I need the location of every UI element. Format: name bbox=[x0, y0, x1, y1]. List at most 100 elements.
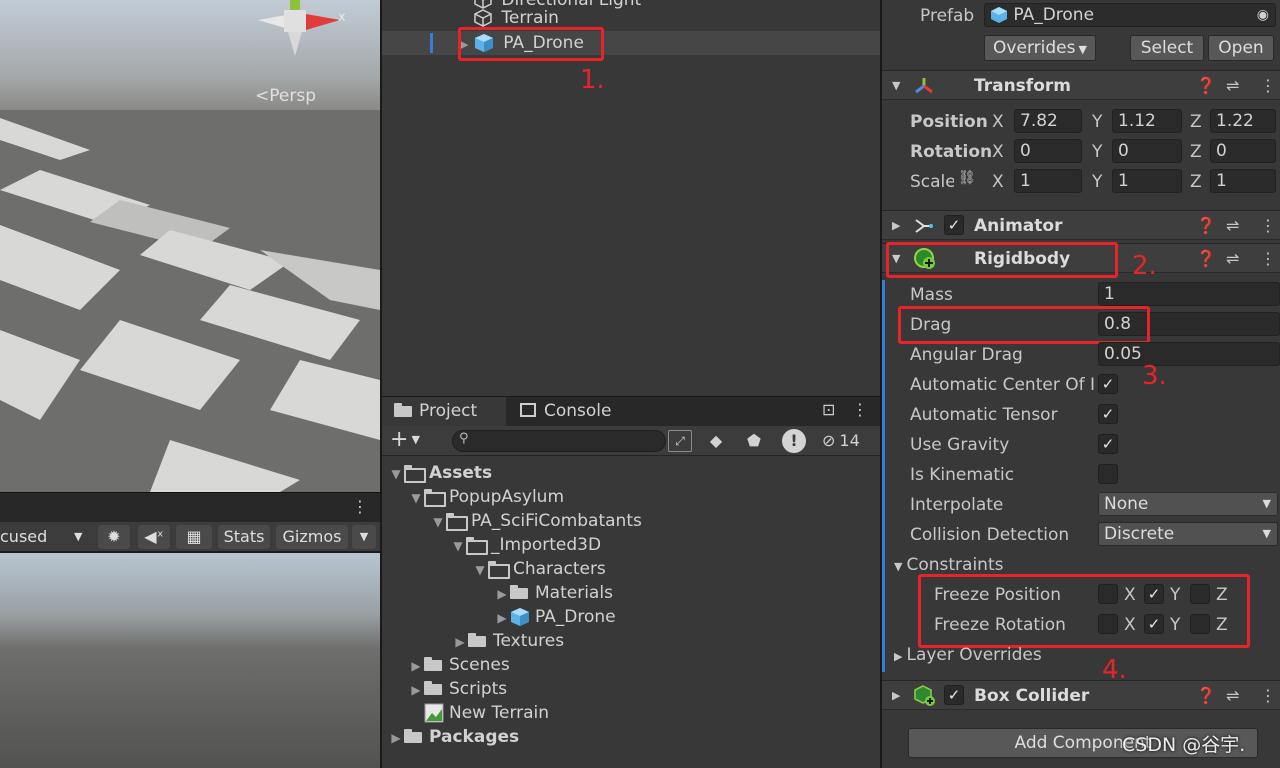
filter-label-icon[interactable]: ⬟ bbox=[740, 428, 768, 454]
stats-button[interactable]: Stats bbox=[218, 525, 270, 549]
open-button[interactable]: Open bbox=[1208, 35, 1274, 61]
help-icon[interactable]: ❓ bbox=[1196, 246, 1216, 272]
tree-item-imported3d[interactable]: ▼ _Imported3D bbox=[450, 533, 601, 557]
rotation-x-field[interactable]: 0 bbox=[1014, 139, 1082, 163]
error-filter-icon[interactable]: ! bbox=[782, 429, 806, 453]
expand-arrow-icon[interactable]: ▶ bbox=[892, 683, 900, 709]
box-collider-header[interactable]: ▶ ✓ Box Collider ❓ ⇌ ⋮ bbox=[882, 680, 1280, 710]
scene-view[interactable]: x <Persp bbox=[0, 0, 380, 492]
tree-item-characters[interactable]: ▼ Characters bbox=[472, 557, 606, 581]
expand-arrow-icon[interactable]: ▶ bbox=[494, 606, 510, 630]
position-y-field[interactable]: 1.12 bbox=[1112, 109, 1182, 133]
object-picker-icon[interactable]: ◉ bbox=[1257, 4, 1269, 26]
hierarchy-item-terrain[interactable]: Terrain bbox=[382, 6, 880, 30]
tree-item-scenes[interactable]: ▶ Scenes bbox=[408, 653, 509, 678]
scale-z-field[interactable]: 1 bbox=[1210, 169, 1276, 193]
tree-item-pa-scificombatants[interactable]: ▼ PA_SciFiCombatants bbox=[430, 509, 642, 533]
presets-icon[interactable]: ⇌ bbox=[1226, 246, 1239, 272]
rotation-y-field[interactable]: 0 bbox=[1112, 139, 1182, 163]
collision-detection-dropdown[interactable]: Discrete ▼ bbox=[1098, 522, 1278, 546]
search-scope-icon[interactable]: ⤢ bbox=[668, 430, 692, 452]
interpolate-dropdown[interactable]: None ▼ bbox=[1098, 492, 1278, 516]
expand-arrow-icon[interactable]: ▼ bbox=[408, 486, 424, 510]
tree-item-popupasylum[interactable]: ▼ PopupAsylum bbox=[408, 485, 564, 509]
more-icon[interactable]: ⋮ bbox=[1260, 73, 1276, 99]
expand-arrow-icon[interactable]: ▶ bbox=[892, 213, 900, 239]
prefab-field[interactable]: PA_Drone ◉ bbox=[984, 3, 1276, 27]
mute-audio-icon[interactable]: ◀ˣ bbox=[138, 525, 170, 549]
mass-field[interactable]: 1 bbox=[1098, 282, 1280, 306]
y-axis-label: Y bbox=[1092, 112, 1103, 132]
console-icon bbox=[520, 403, 536, 417]
tree-item-scripts[interactable]: ▶ Scripts bbox=[408, 677, 507, 701]
expand-arrow-icon[interactable]: ▼ bbox=[450, 534, 466, 558]
scale-x-field[interactable]: 1 bbox=[1014, 169, 1082, 193]
help-icon[interactable]: ❓ bbox=[1196, 73, 1216, 99]
automatic-tensor-checkbox[interactable]: ✓ bbox=[1098, 404, 1118, 424]
more-icon[interactable]: ⋮ bbox=[1260, 246, 1276, 272]
gizmos-button[interactable]: Gizmos bbox=[276, 525, 348, 549]
tree-item-textures[interactable]: ▶ Textures bbox=[452, 629, 564, 653]
game-view[interactable] bbox=[0, 553, 380, 768]
expand-arrow-icon[interactable]: ▶ bbox=[408, 678, 424, 702]
scale-y-field[interactable]: 1 bbox=[1112, 169, 1182, 193]
help-icon[interactable]: ❓ bbox=[1196, 683, 1216, 709]
play-focused-dropdown[interactable]: cused ▼ bbox=[0, 525, 92, 549]
highlight-box-1 bbox=[458, 27, 604, 61]
bug-icon[interactable]: ✹ bbox=[98, 525, 130, 549]
help-icon[interactable]: ❓ bbox=[1196, 213, 1216, 239]
tree-item-packages[interactable]: ▶ Packages bbox=[388, 725, 519, 749]
tree-item-pa-drone[interactable]: ▶ PA_Drone bbox=[494, 605, 615, 630]
search-input[interactable]: ⚲ bbox=[452, 430, 666, 452]
rotation-z-field[interactable]: 0 bbox=[1210, 139, 1276, 163]
use-gravity-checkbox[interactable]: ✓ bbox=[1098, 434, 1118, 454]
gizmos-dropdown-icon[interactable]: ▼ bbox=[352, 525, 376, 549]
presets-icon[interactable]: ⇌ bbox=[1226, 73, 1239, 99]
hierarchy-item-pa-drone[interactable]: ▶ PA_Drone bbox=[382, 31, 880, 55]
expand-arrow-icon[interactable]: ▼ bbox=[388, 462, 404, 486]
expand-arrow-icon[interactable]: ▶ bbox=[494, 582, 510, 606]
position-x-field[interactable]: 7.82 bbox=[1014, 109, 1082, 133]
play-focused-label: cused bbox=[0, 527, 48, 546]
expand-arrow-icon[interactable]: ▶ bbox=[388, 726, 404, 750]
automatic-center-of-mass-checkbox[interactable]: ✓ bbox=[1098, 374, 1118, 394]
position-z-field[interactable]: 1.22 bbox=[1210, 109, 1276, 133]
persp-label[interactable]: <Persp bbox=[255, 86, 316, 106]
hidden-packages-toggle[interactable]: ⊘ 14 bbox=[822, 428, 860, 454]
expand-arrow-icon[interactable]: ▼ bbox=[430, 510, 446, 534]
chevron-down-icon: ▼ bbox=[1262, 497, 1271, 510]
transform-header[interactable]: ▼ Transform ❓ ⇌ ⋮ bbox=[882, 70, 1280, 100]
tab-project[interactable]: Project bbox=[382, 397, 506, 426]
overrides-label: Overrides bbox=[993, 38, 1076, 58]
more-icon[interactable]: ⋮ bbox=[352, 497, 368, 516]
overrides-dropdown[interactable]: Overrides ▼ bbox=[984, 35, 1096, 61]
layer-overrides-foldout[interactable]: ▶ Layer Overrides bbox=[894, 643, 1042, 669]
more-icon[interactable]: ⋮ bbox=[1260, 683, 1276, 709]
collapse-arrow-icon[interactable]: ▼ bbox=[892, 73, 900, 99]
expand-arrow-icon[interactable]: ▼ bbox=[472, 558, 488, 582]
animator-header[interactable]: ▶ ✓ Animator ❓ ⇌ ⋮ bbox=[882, 210, 1280, 240]
tree-item-label: _Imported3D bbox=[491, 535, 602, 555]
angular-drag-field[interactable]: 0.05 bbox=[1098, 342, 1280, 366]
link-off-icon[interactable]: ⛓ bbox=[958, 170, 976, 186]
filter-type-icon[interactable]: ◆ bbox=[702, 428, 730, 454]
is-kinematic-checkbox[interactable] bbox=[1098, 464, 1118, 484]
expand-arrow-icon[interactable]: ▶ bbox=[452, 630, 468, 654]
presets-icon[interactable]: ⇌ bbox=[1226, 683, 1239, 709]
keyboard-icon[interactable]: ▦ bbox=[176, 525, 212, 549]
tree-item-assets[interactable]: ▼ Assets bbox=[388, 461, 492, 485]
tree-item-new-terrain[interactable]: New Terrain bbox=[408, 701, 549, 725]
transform-title: Transform bbox=[974, 76, 1071, 96]
select-button[interactable]: Select bbox=[1130, 35, 1204, 61]
tree-item-materials[interactable]: ▶ Materials bbox=[494, 581, 613, 605]
lock-icon[interactable]: ⊡ bbox=[822, 400, 835, 419]
tab-console[interactable]: Console bbox=[520, 397, 612, 426]
annotation-2: 2. bbox=[1132, 251, 1157, 281]
more-icon[interactable]: ⋮ bbox=[852, 400, 868, 419]
expand-arrow-icon[interactable]: ▶ bbox=[408, 654, 424, 678]
animator-enabled-checkbox[interactable]: ✓ bbox=[944, 215, 964, 235]
box-collider-enabled-checkbox[interactable]: ✓ bbox=[944, 685, 964, 705]
more-icon[interactable]: ⋮ bbox=[1260, 213, 1276, 239]
add-asset-button[interactable]: + ▼ bbox=[390, 426, 420, 454]
presets-icon[interactable]: ⇌ bbox=[1226, 213, 1239, 239]
